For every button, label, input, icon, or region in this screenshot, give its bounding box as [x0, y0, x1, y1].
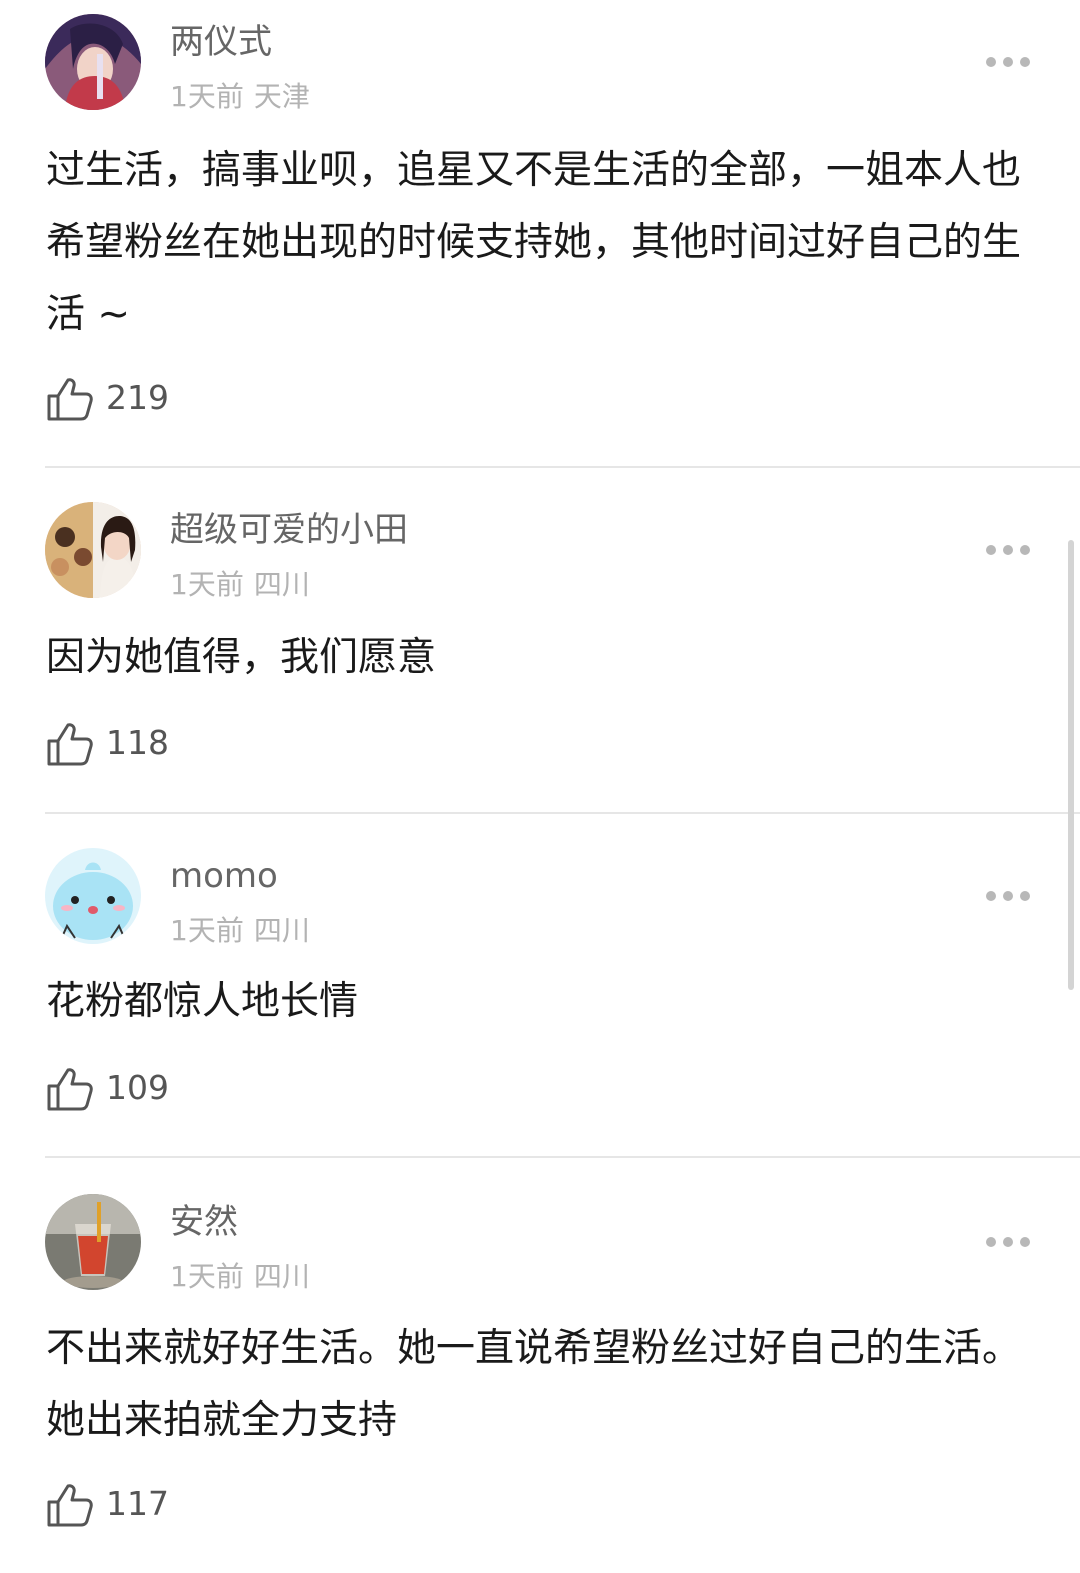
comment-time: 1天前 [170, 1260, 244, 1293]
comment-meta: 1天前 天津 [170, 80, 310, 114]
comment-text: 过生活，搞事业呗，追星又不是生活的全部，一姐本人也希望粉丝在她出现的时候支持她，… [46, 148, 1022, 337]
comment-location: 四川 [253, 1260, 310, 1293]
comment-meta: 1天前 四川 [170, 914, 310, 948]
comment-item: 两仪式 1天前 天津 过生活，搞事业呗，追星又不是生活的全部，一姐本人也希望粉丝在… [0, 0, 1080, 466]
comment-location: 四川 [253, 914, 310, 947]
divider [45, 1156, 1080, 1158]
user-avatar[interactable] [45, 14, 141, 110]
comment-time: 1天前 [170, 568, 244, 601]
comment-item: 超级可爱的小田 1天前 四川 因为她值得，我们愿意 118 [0, 488, 1080, 812]
divider [45, 466, 1080, 468]
more-dots-icon[interactable] [986, 888, 1030, 902]
divider [45, 812, 1080, 814]
more-dots-icon[interactable] [986, 54, 1030, 68]
scrollbar[interactable] [1068, 540, 1074, 990]
comment-meta: 1天前 四川 [170, 568, 310, 602]
comment-feed: 两仪式 1天前 天津 过生活，搞事业呗，追星又不是生活的全部，一姐本人也希望粉丝在… [0, 0, 1080, 1573]
user-avatar[interactable] [45, 1194, 141, 1290]
more-dots-icon[interactable] [986, 1234, 1030, 1248]
username[interactable]: momo [170, 856, 278, 896]
comment-item: 安然 1天前 四川 不出来就好好生活。她一直说希望粉丝过好自己的生活。她出来拍就全… [0, 1180, 1080, 1573]
comment-text: 花粉都惊人地长情 [46, 979, 359, 1024]
user-avatar[interactable] [45, 502, 141, 598]
like-count: 117 [106, 1484, 169, 1523]
comment-item: momo 1天前 四川 花粉都惊人地长情 109 [0, 834, 1080, 1156]
like-count: 219 [106, 378, 169, 417]
comment-location: 四川 [253, 568, 310, 601]
like-count: 109 [106, 1068, 169, 1107]
username[interactable]: 安然 [170, 1202, 238, 1242]
comment-meta: 1天前 四川 [170, 1260, 310, 1294]
photo-collage-avatar-icon [45, 502, 141, 598]
thumbs-up-icon [47, 378, 93, 421]
comment-time: 1天前 [170, 80, 244, 113]
drink-photo-avatar-icon [45, 1194, 141, 1290]
comment-text: 因为她值得，我们愿意 [46, 635, 437, 680]
comment-text: 不出来就好好生活。她一直说希望粉丝过好自己的生活。她出来拍就全力支持 [46, 1326, 1022, 1443]
comment-time: 1天前 [170, 914, 244, 947]
thumbs-up-icon [47, 1484, 93, 1527]
thumbs-up-icon [47, 1068, 93, 1111]
username[interactable]: 超级可爱的小田 [170, 510, 408, 550]
like-count: 118 [106, 723, 169, 762]
thumbs-up-icon [47, 723, 93, 766]
blue-cartoon-avatar-icon [45, 848, 141, 944]
user-avatar[interactable] [45, 848, 141, 944]
more-dots-icon[interactable] [986, 542, 1030, 556]
comment-location: 天津 [253, 80, 310, 113]
anime-girl-avatar-icon [45, 14, 141, 110]
username[interactable]: 两仪式 [170, 22, 272, 62]
